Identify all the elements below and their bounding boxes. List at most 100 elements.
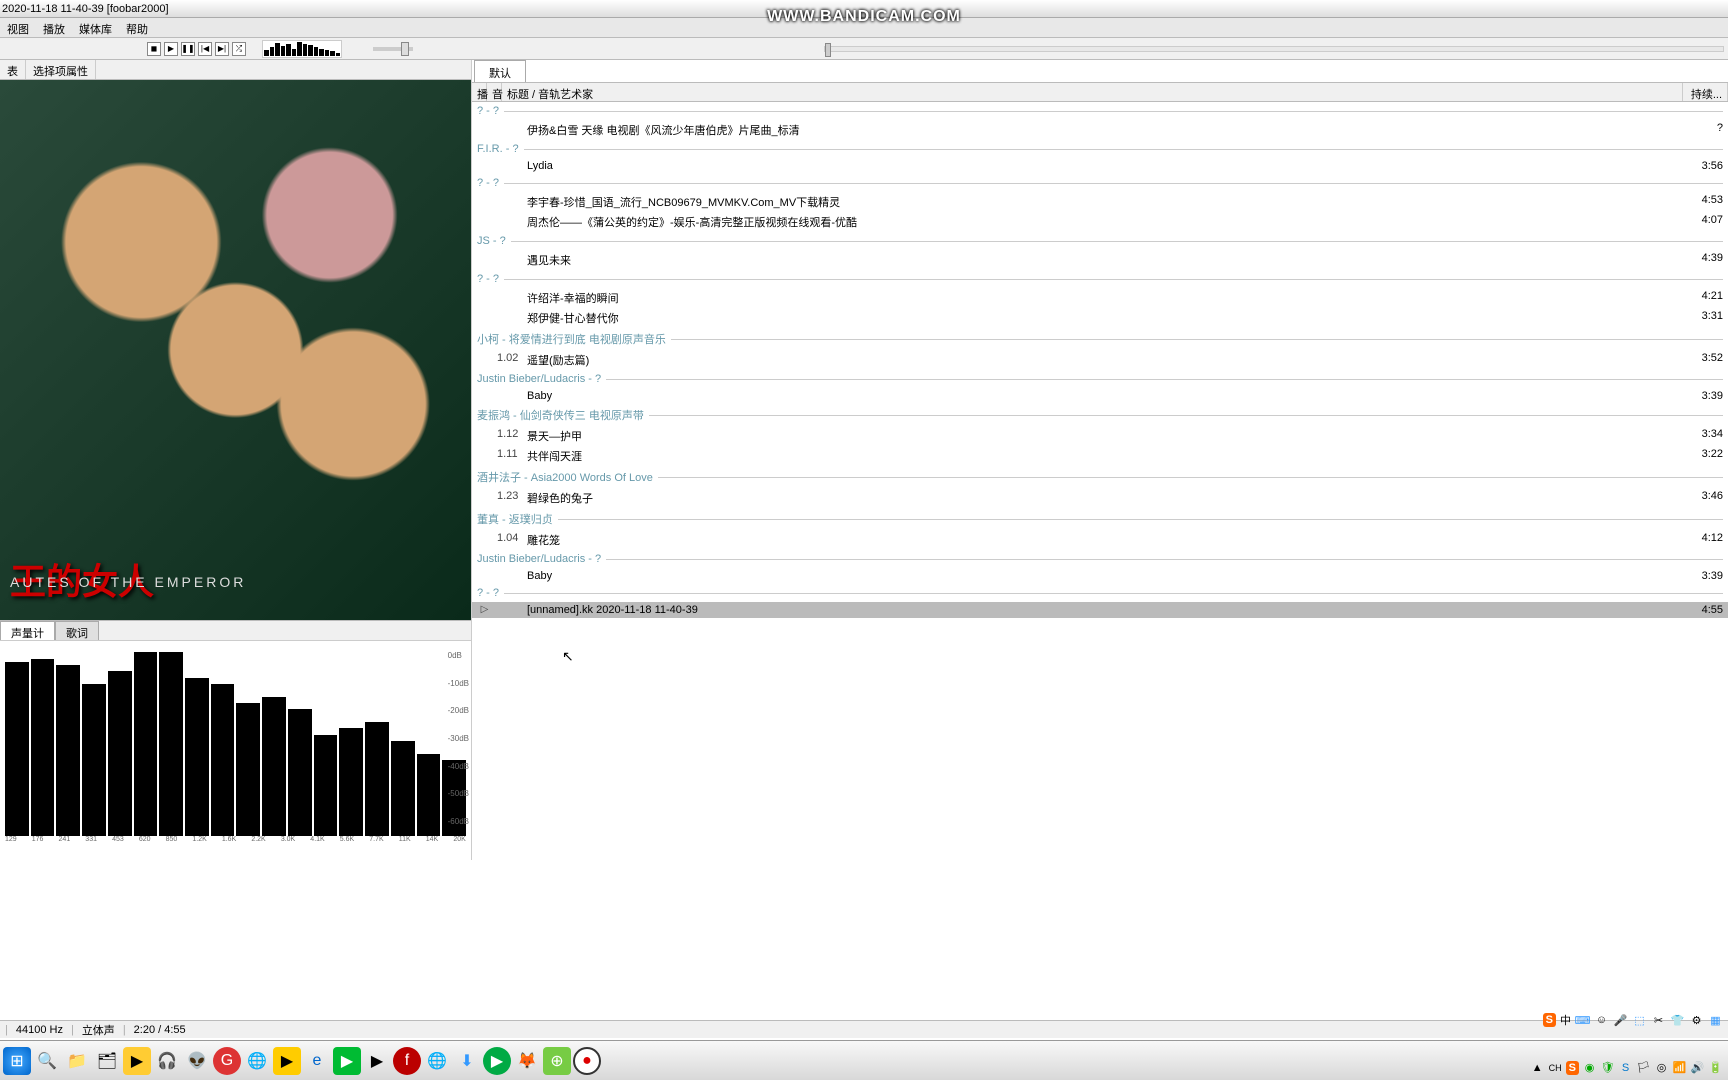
tray-sogou-icon[interactable]: S — [1618, 1060, 1633, 1075]
playlist[interactable]: ? - ?伊扬&白雪 天缘 电视剧《风流少年唐伯虎》片尾曲_标清?F.I.R. … — [472, 102, 1728, 860]
spectrum-bar — [262, 697, 286, 836]
menu-playback[interactable]: 播放 — [36, 18, 72, 37]
volume-slider[interactable] — [373, 47, 413, 51]
tray-bandicam-icon[interactable]: ◎ — [1654, 1060, 1669, 1075]
tray-flag-icon[interactable]: 🏳 — [1636, 1060, 1651, 1075]
prev-button[interactable]: |◀ — [198, 42, 212, 56]
col-duration[interactable]: 持续... — [1683, 83, 1728, 101]
search-icon[interactable]: 🔍 — [33, 1047, 61, 1075]
track-row[interactable]: 1.23碧绿色的兔子3:46 — [472, 488, 1728, 508]
subheader-list[interactable]: 表 — [0, 60, 26, 79]
emoji-icon[interactable]: ☺ — [1594, 1013, 1609, 1028]
play-indicator-icon — [472, 428, 497, 444]
play-indicator-icon — [472, 214, 497, 230]
track-duration: 4:12 — [1683, 532, 1728, 548]
group-header: ? - ? — [472, 102, 1728, 120]
spectrum-bar — [134, 652, 158, 836]
next-button[interactable]: ▶| — [215, 42, 229, 56]
ime-badge[interactable]: S — [1543, 1013, 1556, 1027]
track-duration: 3:22 — [1683, 448, 1728, 464]
browser-icon[interactable]: ⊕ — [543, 1047, 571, 1075]
group-header: 麦振鸿 - 仙剑奇侠传三 电视原声带 — [472, 404, 1728, 426]
gear-icon[interactable]: ⚙ — [1689, 1013, 1704, 1028]
tray-360-icon[interactable]: ◉ — [1582, 1060, 1597, 1075]
playlist-tab-default[interactable]: 默认 — [474, 60, 526, 82]
keyboard-icon[interactable]: ⬚ — [1632, 1013, 1647, 1028]
tray-battery-icon[interactable]: 🔋 — [1708, 1060, 1723, 1075]
mic-icon[interactable]: 🎤 — [1613, 1013, 1628, 1028]
track-number — [497, 290, 522, 306]
track-number — [497, 122, 522, 138]
chrome2-icon[interactable]: 🌐 — [423, 1047, 451, 1075]
seek-bar[interactable] — [824, 46, 1724, 52]
ime-lang[interactable]: 中 — [1560, 1012, 1571, 1028]
ime-icon[interactable]: ⌨ — [1575, 1013, 1590, 1028]
track-row[interactable]: 郑伊健-甘心替代你3:31 — [472, 308, 1728, 328]
netease-icon[interactable]: G — [213, 1047, 241, 1075]
firefox-icon[interactable]: 🦊 — [513, 1047, 541, 1075]
ie-icon[interactable]: e — [303, 1047, 331, 1075]
youku-icon[interactable]: ▶ — [363, 1047, 391, 1075]
tray-chev-icon[interactable]: ▲ — [1530, 1060, 1545, 1075]
thunder-icon[interactable]: ⬇ — [453, 1047, 481, 1075]
track-row[interactable]: Baby3:39 — [472, 568, 1728, 584]
track-row[interactable]: 遇见未来4:39 — [472, 250, 1728, 270]
iqiyi-icon[interactable]: ▶ — [333, 1047, 361, 1075]
tray-ime-icon[interactable]: S — [1566, 1061, 1579, 1075]
tray-volume-icon[interactable]: 🔊 — [1690, 1060, 1705, 1075]
track-duration: 4:07 — [1683, 214, 1728, 230]
track-title: 伊扬&白雪 天缘 电视剧《风流少年唐伯虎》片尾曲_标清 — [522, 122, 1683, 138]
tab-vu[interactable]: 声量计 — [0, 621, 55, 640]
subheader-props[interactable]: 选择项属性 — [26, 60, 96, 79]
scissors-icon[interactable]: ✂ — [1651, 1013, 1666, 1028]
explorer2-icon[interactable]: 🗂 — [93, 1047, 121, 1075]
track-row[interactable]: Baby3:39 — [472, 388, 1728, 404]
track-row[interactable]: 1.11共伴闯天涯3:22 — [472, 446, 1728, 466]
headphones-icon[interactable]: 🎧 — [153, 1047, 181, 1075]
flash-icon[interactable]: f — [393, 1047, 421, 1075]
system-tray: ▲ CH S ◉ 🛡 S 🏳 ◎ 📶 🔊 🔋 — [1530, 1060, 1723, 1075]
track-row[interactable]: 1.12景天—护甲3:34 — [472, 426, 1728, 446]
track-row[interactable]: 李宇春-珍惜_国语_流行_NCB09679_MVMKV.Com_MV下载精灵4:… — [472, 192, 1728, 212]
record-icon[interactable]: ● — [573, 1047, 601, 1075]
track-row[interactable]: Lydia3:56 — [472, 158, 1728, 174]
track-row[interactable]: 1.04雕花笼4:12 — [472, 530, 1728, 550]
track-title: [unnamed].kk 2020-11-18 11-40-39 — [522, 604, 1683, 616]
tab-lyrics[interactable]: 歌词 — [55, 621, 99, 640]
potplayer-icon[interactable]: ▶ — [273, 1047, 301, 1075]
foobar-icon[interactable]: 👽 — [183, 1047, 211, 1075]
menu-view[interactable]: 视图 — [0, 18, 36, 37]
spectrum-bar — [211, 684, 235, 836]
track-row[interactable]: 伊扬&白雪 天缘 电视剧《风流少年唐伯虎》片尾曲_标清? — [472, 120, 1728, 140]
track-number — [497, 310, 522, 326]
track-number — [497, 252, 522, 268]
mpc-icon[interactable]: ▶ — [123, 1047, 151, 1075]
stop-button[interactable]: ◼ — [147, 42, 161, 56]
track-row[interactable]: 1.02遥望(励志篇)3:52 — [472, 350, 1728, 370]
chrome-icon[interactable]: 🌐 — [243, 1047, 271, 1075]
col-title[interactable]: 标题 / 音轨艺术家 — [502, 83, 1683, 101]
play-indicator-icon — [472, 160, 497, 172]
track-row[interactable]: 周杰伦——《蒲公英的约定》-娱乐-高清完整正版视频在线观看-优酷4:07 — [472, 212, 1728, 232]
play-button[interactable]: ▶ — [164, 42, 178, 56]
track-number: 1.23 — [497, 490, 522, 506]
shirt-icon[interactable]: 👕 — [1670, 1013, 1685, 1028]
tray-network-icon[interactable]: 📶 — [1672, 1060, 1687, 1075]
spectrum-bar — [5, 662, 29, 836]
play-indicator-icon: ▷ — [472, 604, 497, 616]
track-number — [497, 570, 522, 582]
tray-shield-icon[interactable]: 🛡 — [1600, 1060, 1615, 1075]
pause-button[interactable]: ❚❚ — [181, 42, 195, 56]
music-icon[interactable]: ▶ — [483, 1047, 511, 1075]
tray-ch-icon[interactable]: CH — [1548, 1060, 1563, 1075]
random-button[interactable]: ⤮ — [232, 42, 246, 56]
col-tracknum[interactable]: 音 — [487, 83, 502, 101]
col-playing[interactable]: 播 — [472, 83, 487, 101]
track-row[interactable]: ▷[unnamed].kk 2020-11-18 11-40-394:55 — [472, 602, 1728, 618]
start-button[interactable]: ⊞ — [3, 1047, 31, 1075]
explorer-icon[interactable]: 📁 — [63, 1047, 91, 1075]
menu-library[interactable]: 媒体库 — [72, 18, 119, 37]
track-row[interactable]: 许绍洋-幸福的瞬间4:21 — [472, 288, 1728, 308]
grid-icon[interactable]: ▦ — [1708, 1013, 1723, 1028]
menu-help[interactable]: 帮助 — [119, 18, 155, 37]
